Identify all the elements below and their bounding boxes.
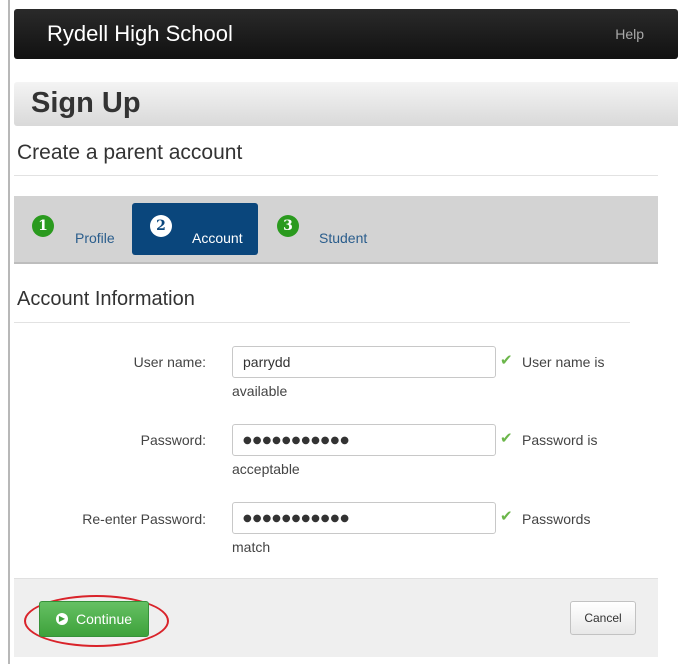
wizard-steps: 1 Profile 2 Account 3 Student: [14, 196, 658, 264]
username-label: User name:: [133, 354, 206, 370]
checkmark-icon: ✔: [500, 508, 513, 525]
step-profile[interactable]: 1 Profile: [28, 203, 134, 255]
password-status-cont: acceptable: [232, 461, 300, 477]
step-number-3: 3: [277, 215, 299, 237]
password-status: Password is: [522, 432, 598, 448]
username-status: User name is: [522, 354, 605, 370]
page-title: Sign Up: [31, 87, 141, 119]
cancel-button[interactable]: Cancel: [570, 601, 636, 635]
divider: [14, 322, 630, 323]
divider: [14, 175, 658, 176]
step-number-2: 2: [150, 215, 172, 237]
username-input[interactable]: [232, 346, 496, 378]
section-title: Account Information: [17, 288, 195, 310]
reenter-password-label: Re-enter Password:: [82, 511, 206, 527]
reenter-status-cont: match: [232, 539, 271, 555]
page-header: Sign Up: [14, 82, 678, 126]
step-student[interactable]: 3 Student: [272, 203, 382, 255]
top-navbar: Rydell High School Help: [14, 9, 678, 59]
password-label: Password:: [140, 432, 206, 448]
page-subtitle: Create a parent account: [17, 141, 243, 164]
checkmark-icon: ✔: [500, 352, 513, 369]
checkmark-icon: ✔: [500, 430, 513, 447]
username-status-cont: available: [232, 383, 288, 399]
step-number-1: 1: [32, 215, 54, 237]
arrow-right-icon: ▶: [56, 613, 68, 625]
continue-button[interactable]: ▶ Continue: [39, 601, 149, 637]
brand-title[interactable]: Rydell High School: [47, 21, 233, 47]
reenter-password-input[interactable]: [232, 502, 496, 534]
reenter-status: Passwords: [522, 511, 591, 527]
step-label-account: Account: [192, 230, 243, 246]
password-input[interactable]: [232, 424, 496, 456]
form-footer: ▶ Continue Cancel: [14, 578, 658, 657]
window-left-edge: [0, 0, 10, 664]
step-label-student: Student: [319, 230, 368, 246]
step-account[interactable]: 2 Account: [132, 203, 258, 255]
continue-label: Continue: [76, 611, 133, 627]
step-label-profile: Profile: [75, 230, 115, 246]
help-link[interactable]: Help: [615, 26, 644, 42]
